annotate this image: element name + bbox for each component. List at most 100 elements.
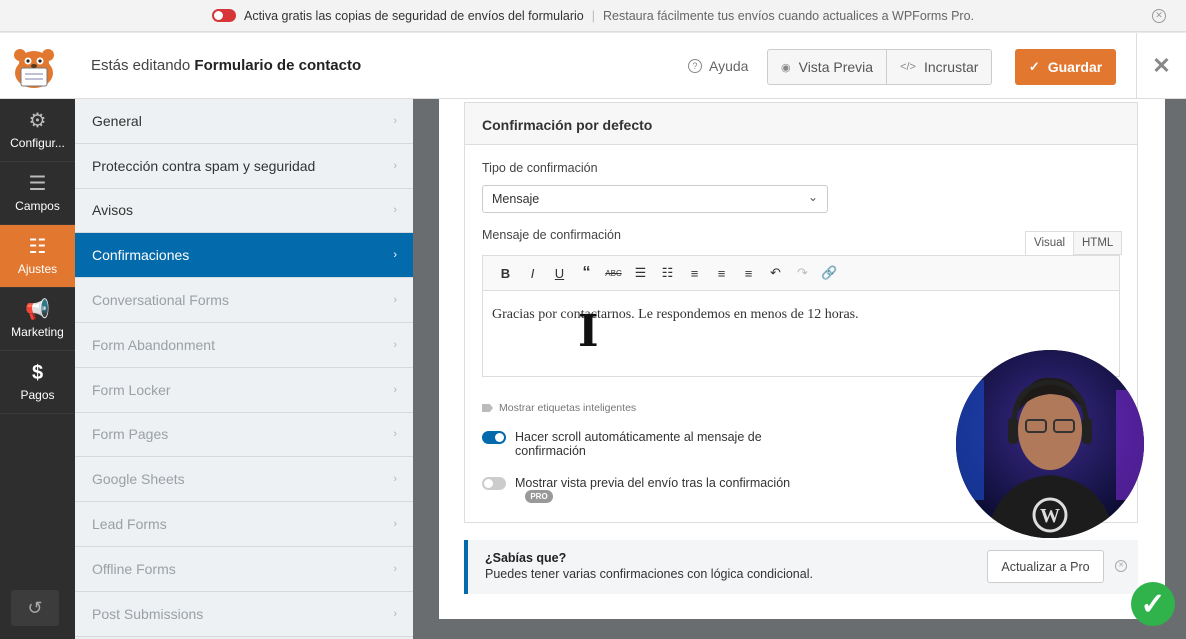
notice-separator: | bbox=[591, 8, 595, 23]
tip-text: Puedes tener varias confirmaciones con l… bbox=[485, 567, 813, 581]
sidebar-item-label: Campos bbox=[15, 199, 60, 213]
help-link[interactable]: ? Ayuda bbox=[688, 58, 748, 74]
tab-html[interactable]: HTML bbox=[1073, 231, 1123, 255]
chevron-right-icon: › bbox=[393, 114, 397, 127]
eye-icon: ◉ bbox=[781, 61, 791, 74]
confirmation-title[interactable]: Confirmación por defecto bbox=[465, 103, 1137, 145]
backup-toggle[interactable] bbox=[211, 9, 236, 22]
bold-icon[interactable]: B bbox=[492, 266, 519, 281]
code-icon: </> bbox=[900, 61, 916, 73]
bullet-list-icon[interactable]: ☰ bbox=[627, 265, 654, 281]
sidebar-item-fields[interactable]: ☰ Campos bbox=[0, 162, 75, 225]
settings-item-label: Form Pages bbox=[92, 426, 169, 443]
settings-item-label: Form Locker bbox=[92, 381, 171, 398]
header-button-group: ◉ Vista Previa </> Incrustar bbox=[767, 49, 993, 85]
fields-icon: ☰ bbox=[28, 173, 47, 195]
wpforms-logo-icon bbox=[14, 49, 54, 88]
sidebar-item-marketing[interactable]: 📢 Marketing bbox=[0, 288, 75, 351]
svg-text:W: W bbox=[1040, 505, 1060, 527]
settings-item-confirmations[interactable]: Confirmaciones › bbox=[75, 233, 413, 279]
confirmation-type-select[interactable]: Mensaje ⌄ bbox=[482, 185, 828, 213]
undo-icon[interactable]: ↶ bbox=[762, 265, 789, 281]
save-button[interactable]: ✓ Guardar bbox=[1015, 49, 1116, 85]
sliders-icon: ☷ bbox=[28, 236, 47, 258]
link-icon[interactable]: 🔗 bbox=[816, 265, 843, 281]
settings-item-notifications[interactable]: Avisos › bbox=[75, 188, 413, 234]
dismiss-tip-icon[interactable]: ✕ bbox=[1115, 560, 1127, 572]
settings-item-label: Confirmaciones bbox=[92, 247, 190, 264]
underline-icon[interactable]: U bbox=[546, 266, 573, 281]
strikethrough-icon[interactable]: ABC bbox=[600, 269, 627, 278]
chevron-right-icon: › bbox=[393, 562, 397, 575]
sidebar-item-settings[interactable]: ☷ Ajustes bbox=[0, 225, 75, 288]
question-icon: ? bbox=[688, 59, 702, 73]
form-name: Formulario de contacto bbox=[194, 57, 362, 74]
check-icon: ✓ bbox=[1028, 59, 1040, 74]
close-notice-icon[interactable]: ✕ bbox=[1152, 9, 1166, 23]
settings-item-label: Protección contra spam y seguridad bbox=[92, 157, 316, 174]
settings-item-label: Post Submissions bbox=[92, 605, 204, 622]
chevron-down-icon: ⌄ bbox=[807, 190, 818, 204]
editing-prefix: Estás editando bbox=[91, 57, 191, 74]
settings-item-google-sheets[interactable]: Google Sheets › bbox=[75, 457, 413, 503]
settings-item-label: Avisos bbox=[92, 202, 133, 219]
presenter-image: W bbox=[956, 350, 1144, 538]
settings-item-post-submissions[interactable]: Post Submissions › bbox=[75, 591, 413, 637]
embed-button[interactable]: </> Incrustar bbox=[886, 50, 991, 84]
tab-visual[interactable]: Visual bbox=[1025, 231, 1075, 255]
pro-badge: PRO bbox=[525, 490, 553, 503]
scroll-toggle-label: Hacer scroll automáticamente al mensaje … bbox=[515, 430, 762, 458]
embed-label: Incrustar bbox=[923, 59, 979, 75]
settings-item-general[interactable]: General › bbox=[75, 99, 413, 144]
chevron-right-icon: › bbox=[393, 249, 397, 262]
upgrade-button[interactable]: Actualizar a Pro bbox=[987, 550, 1104, 583]
settings-item-label: Conversational Forms bbox=[92, 292, 229, 309]
sidebar-item-label: Pagos bbox=[20, 388, 55, 402]
smart-tags-label: Mostrar etiquetas inteligentes bbox=[499, 402, 637, 414]
redo-icon[interactable]: ↷ bbox=[789, 265, 816, 281]
settings-item-offline-forms[interactable]: Offline Forms › bbox=[75, 546, 413, 592]
scroll-toggle[interactable] bbox=[482, 431, 506, 444]
align-left-icon[interactable]: ≡ bbox=[681, 266, 708, 281]
settings-item-lead-forms[interactable]: Lead Forms › bbox=[75, 502, 413, 547]
revisions-history-icon[interactable]: ↺ bbox=[11, 590, 59, 626]
italic-icon[interactable]: I bbox=[519, 266, 546, 281]
chevron-right-icon: › bbox=[393, 338, 397, 351]
settings-item-locker[interactable]: Form Locker › bbox=[75, 367, 413, 413]
preview-label: Vista Previa bbox=[798, 59, 874, 75]
settings-item-label: Google Sheets bbox=[92, 471, 185, 488]
settings-item-conversational[interactable]: Conversational Forms › bbox=[75, 278, 413, 323]
settings-item-label: Form Abandonment bbox=[92, 336, 215, 353]
preview-toggle[interactable] bbox=[482, 477, 506, 490]
chevron-right-icon: › bbox=[393, 383, 397, 396]
chevron-right-icon: › bbox=[393, 607, 397, 620]
webcam-overlay: W bbox=[956, 350, 1144, 538]
numbered-list-icon[interactable]: ☷ bbox=[654, 265, 681, 281]
notice-bar: Activa gratis las copias de seguridad de… bbox=[0, 0, 1186, 32]
settings-item-abandonment[interactable]: Form Abandonment › bbox=[75, 322, 413, 368]
smart-tags-link[interactable]: Mostrar etiquetas inteligentes bbox=[482, 402, 636, 414]
settings-panel: General › Protección contra spam y seguri… bbox=[75, 99, 413, 639]
message-label: Mensaje de confirmación bbox=[482, 228, 621, 242]
tip-banner: ¿Sabías que? Puedes tener varias confirm… bbox=[464, 540, 1138, 594]
align-right-icon[interactable]: ≡ bbox=[735, 266, 762, 281]
preview-button[interactable]: ◉ Vista Previa bbox=[768, 50, 886, 84]
align-center-icon[interactable]: ≡ bbox=[708, 266, 735, 281]
chevron-right-icon: › bbox=[393, 204, 397, 217]
settings-item-spam[interactable]: Protección contra spam y seguridad › bbox=[75, 143, 413, 189]
success-check-icon: ✓ bbox=[1131, 582, 1175, 626]
tip-title: ¿Sabías que? bbox=[485, 551, 567, 565]
chevron-right-icon: › bbox=[393, 518, 397, 531]
select-value: Mensaje bbox=[492, 192, 540, 206]
builder-sidebar: ⚙ Configur... ☰ Campos ☷ Ajustes 📢 Marke… bbox=[0, 99, 75, 639]
sidebar-item-label: Ajustes bbox=[17, 262, 58, 276]
settings-item-form-pages[interactable]: Form Pages › bbox=[75, 412, 413, 458]
text-cursor-icon: I bbox=[578, 306, 599, 357]
quote-icon[interactable]: “ bbox=[573, 264, 600, 282]
settings-item-label: General bbox=[92, 112, 142, 129]
sidebar-item-setup[interactable]: ⚙ Configur... bbox=[0, 99, 75, 162]
dollar-icon: $ bbox=[31, 362, 44, 384]
sidebar-item-payments[interactable]: $ Pagos bbox=[0, 351, 75, 414]
chevron-right-icon: › bbox=[393, 159, 397, 172]
close-builder-icon[interactable]: ✕ bbox=[1136, 33, 1186, 99]
